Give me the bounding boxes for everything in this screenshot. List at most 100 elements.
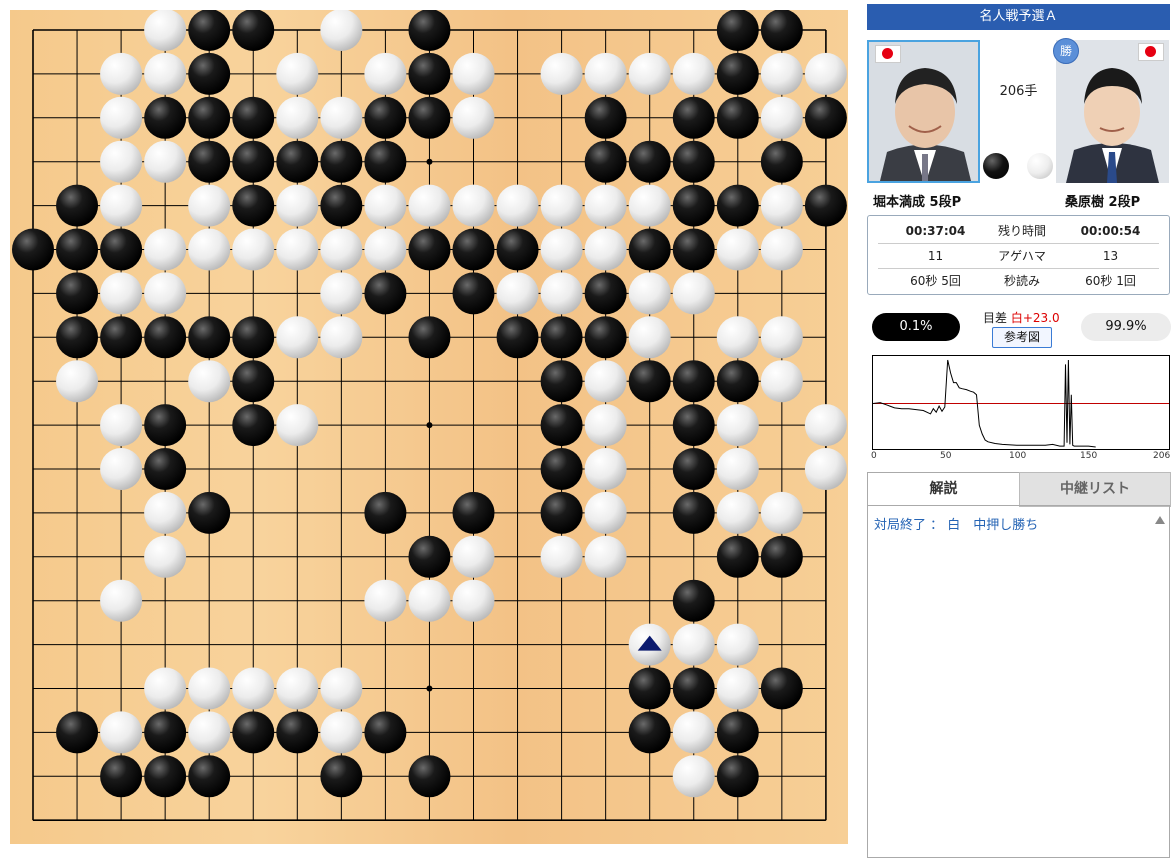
black-stone bbox=[364, 96, 407, 139]
white-stone bbox=[100, 184, 143, 227]
white-stone bbox=[716, 316, 759, 359]
black-stone bbox=[188, 96, 231, 139]
black-stone bbox=[452, 491, 495, 534]
white-stone bbox=[584, 491, 627, 534]
black-stone bbox=[628, 667, 671, 710]
tab-relay-list[interactable]: 中継リスト bbox=[1019, 472, 1171, 507]
black-stone bbox=[540, 448, 583, 490]
white-stone bbox=[760, 52, 803, 95]
black-stone bbox=[672, 140, 715, 183]
black-stone bbox=[672, 491, 715, 534]
move-count: 206手 bbox=[999, 84, 1038, 99]
white-stone bbox=[320, 272, 363, 315]
black-stone bbox=[540, 360, 583, 403]
white-stone bbox=[100, 404, 143, 447]
black-stone bbox=[232, 184, 275, 227]
black-stone bbox=[760, 140, 803, 183]
black-stone bbox=[408, 755, 451, 798]
black-stone bbox=[496, 228, 539, 271]
white-stone bbox=[188, 228, 231, 271]
white-stone bbox=[716, 623, 759, 666]
white-stone bbox=[540, 272, 583, 315]
reference-diagram-button[interactable]: 参考図 bbox=[992, 327, 1052, 348]
board-grid[interactable] bbox=[10, 10, 848, 844]
white-stone bbox=[760, 228, 803, 271]
graph-tick: 100 bbox=[1009, 451, 1027, 461]
black-stone bbox=[320, 184, 363, 227]
white-stone bbox=[760, 316, 803, 359]
black-stone bbox=[408, 535, 451, 578]
graph-tick: 150 bbox=[1080, 451, 1098, 461]
white-stone bbox=[276, 96, 319, 139]
black-byoyomi: 60秒 5回 bbox=[910, 274, 961, 288]
black-stone bbox=[232, 316, 275, 359]
white-stone-icon bbox=[1027, 153, 1053, 179]
commentary-panel[interactable]: 対局終了 ： 白 中押し勝ち bbox=[867, 505, 1170, 858]
white-time: 00:00:54 bbox=[1080, 224, 1141, 238]
white-stone bbox=[144, 10, 187, 51]
white-stone bbox=[100, 140, 143, 183]
black-stone bbox=[144, 96, 187, 139]
black-stone bbox=[408, 10, 451, 51]
black-stone bbox=[56, 711, 99, 754]
white-stone bbox=[232, 228, 275, 271]
black-stone bbox=[672, 448, 715, 490]
black-stone bbox=[452, 272, 495, 315]
black-stone bbox=[232, 140, 275, 183]
black-stone bbox=[144, 404, 187, 447]
tournament-title: 名人戦予選Ａ bbox=[867, 4, 1170, 30]
black-stone bbox=[320, 140, 363, 183]
black-stone bbox=[188, 140, 231, 183]
white-stone bbox=[320, 316, 363, 359]
white-stone bbox=[716, 404, 759, 447]
black-stone bbox=[364, 140, 407, 183]
black-stone-icon bbox=[983, 153, 1009, 179]
white-stone bbox=[364, 579, 407, 622]
white-byoyomi: 60秒 1回 bbox=[1085, 274, 1136, 288]
white-stone bbox=[628, 52, 671, 95]
white-stone bbox=[100, 272, 143, 315]
white-stone bbox=[716, 228, 759, 271]
white-stone bbox=[584, 404, 627, 447]
white-stone bbox=[716, 491, 759, 534]
scroll-up-icon[interactable] bbox=[1155, 516, 1165, 524]
white-stone bbox=[232, 667, 275, 710]
white-stone bbox=[408, 184, 451, 227]
black-stone bbox=[716, 96, 759, 139]
white-stone bbox=[760, 96, 803, 139]
black-stone bbox=[56, 272, 99, 315]
black-stone bbox=[584, 140, 627, 183]
white-stone bbox=[540, 228, 583, 271]
black-stone bbox=[56, 184, 99, 227]
white-stone bbox=[364, 184, 407, 227]
white-captures: 13 bbox=[1102, 249, 1119, 263]
white-stone bbox=[188, 667, 231, 710]
black-stone bbox=[672, 184, 715, 227]
black-stone bbox=[584, 316, 627, 359]
game-info-panel: 名人戦予選Ａ 206手 勝 堀本満成 5段P 桑原樹 2段P 00:37:04 … bbox=[867, 0, 1171, 858]
black-stone bbox=[232, 360, 275, 403]
white-stone bbox=[320, 96, 363, 139]
white-stone bbox=[672, 272, 715, 315]
black-stone bbox=[232, 10, 275, 51]
graph-tick: 50 bbox=[940, 451, 952, 461]
go-board[interactable] bbox=[10, 10, 848, 844]
captures-row: 11 アゲハマ 13 bbox=[878, 244, 1159, 269]
black-stone bbox=[232, 96, 275, 139]
black-stone bbox=[716, 184, 759, 227]
score-difference: 目差 白+23.0 bbox=[983, 309, 1060, 326]
white-stone bbox=[452, 96, 495, 139]
black-stone bbox=[804, 184, 847, 227]
black-stone bbox=[100, 316, 143, 359]
graph-tick: 0 bbox=[871, 451, 877, 461]
white-stone bbox=[100, 448, 143, 490]
black-time: 00:37:04 bbox=[905, 224, 966, 238]
black-stone bbox=[56, 316, 99, 359]
black-stone bbox=[584, 96, 627, 139]
black-stone bbox=[232, 404, 275, 447]
white-stone bbox=[540, 535, 583, 578]
black-stone bbox=[584, 272, 627, 315]
white-stone bbox=[584, 184, 627, 227]
tab-commentary[interactable]: 解説 bbox=[867, 472, 1020, 506]
white-stone bbox=[760, 184, 803, 227]
